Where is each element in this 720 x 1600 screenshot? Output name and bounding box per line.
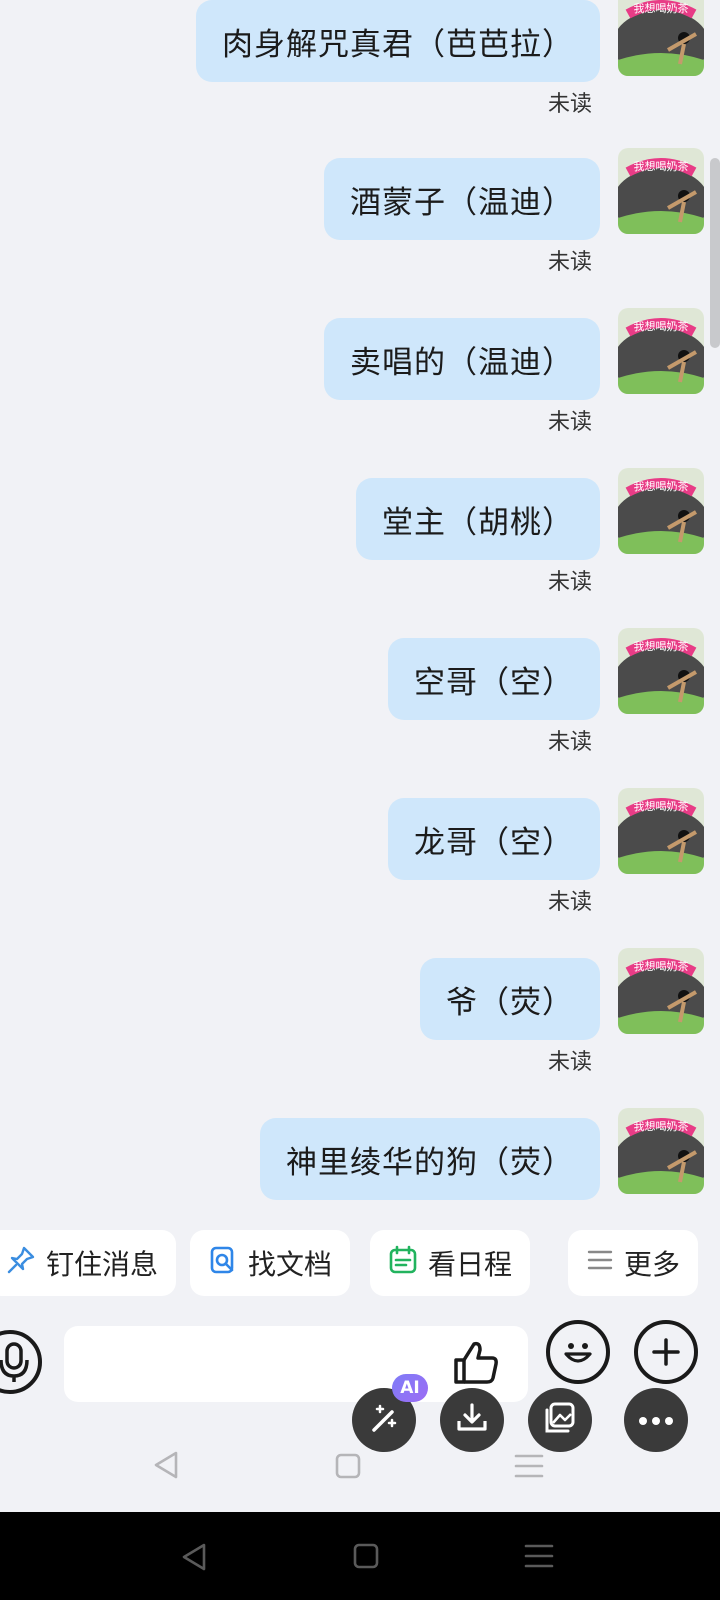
find-document-label: 找文档 <box>248 1248 333 1281</box>
emoji-icon <box>558 1332 598 1376</box>
avatar-caption: 我想喝奶茶 <box>634 1119 689 1133</box>
message-row: 酒蒙子（温迪） 未读 我想喝奶茶 <box>0 148 720 308</box>
back-icon[interactable] <box>152 1450 180 1484</box>
message-bubble[interactable]: 龙哥（空） <box>388 798 600 880</box>
ai-badge: AI <box>392 1374 428 1402</box>
avatar-caption: 我想喝奶茶 <box>634 639 689 653</box>
menu-icon <box>586 1246 614 1281</box>
unread-status: 未读 <box>547 410 592 435</box>
more-actions-label: 更多 <box>624 1248 681 1281</box>
view-schedule-button[interactable]: 看日程 <box>370 1230 531 1296</box>
unread-status: 未读 <box>547 730 592 755</box>
plus-icon <box>652 1338 680 1370</box>
add-attachment-button[interactable] <box>634 1320 698 1384</box>
calendar-icon <box>388 1245 418 1282</box>
unread-status: 未读 <box>547 1050 592 1075</box>
avatar[interactable]: 我想喝奶茶 <box>618 0 704 76</box>
message-bubble[interactable]: 堂主（胡桃） <box>356 478 600 560</box>
microphone-icon <box>0 1342 30 1388</box>
message-composer <box>0 1310 720 1410</box>
avatar[interactable]: 我想喝奶茶 <box>618 308 704 394</box>
message-bubble[interactable]: 神里绫华的狗（荧） <box>260 1118 600 1200</box>
avatar-caption: 我想喝奶茶 <box>634 1 689 15</box>
pin-message-button[interactable]: 钉住消息 <box>0 1230 177 1296</box>
scrollbar[interactable] <box>710 158 720 348</box>
voice-input-button[interactable] <box>0 1330 42 1394</box>
unread-status: 未读 <box>547 92 592 117</box>
emoji-button[interactable] <box>546 1320 610 1384</box>
avatar-caption: 我想喝奶茶 <box>634 799 689 813</box>
message-bubble[interactable]: 空哥（空） <box>388 638 600 720</box>
search-doc-icon <box>208 1245 238 1282</box>
avatar-caption: 我想喝奶茶 <box>634 159 689 173</box>
avatar[interactable]: 我想喝奶茶 <box>618 628 704 714</box>
avatar-caption: 我想喝奶茶 <box>634 479 689 493</box>
message-row: 爷（荧） 未读 我想喝奶茶 <box>0 948 720 1108</box>
system-navigation-bar <box>0 1512 720 1600</box>
home-icon[interactable] <box>334 1452 362 1484</box>
message-row: 龙哥（空） 未读 我想喝奶茶 <box>0 788 720 948</box>
find-document-button[interactable]: 找文档 <box>190 1230 351 1296</box>
home-icon[interactable] <box>352 1542 380 1574</box>
avatar[interactable]: 我想喝奶茶 <box>618 948 704 1034</box>
message-bubble[interactable]: 爷（荧） <box>420 958 600 1040</box>
message-row: 卖唱的（温迪） 未读 我想喝奶茶 <box>0 308 720 468</box>
pin-icon <box>6 1245 36 1282</box>
message-bubble[interactable]: 酒蒙子（温迪） <box>324 158 600 240</box>
avatar-caption: 我想喝奶茶 <box>634 959 689 973</box>
avatar[interactable]: 我想喝奶茶 <box>618 788 704 874</box>
message-row: 神里绫华的狗（荧） 我想喝奶茶 <box>0 1108 720 1225</box>
back-icon[interactable] <box>180 1542 208 1576</box>
chat-message-list[interactable]: 肉身解咒真君（芭芭拉） 未读 我想喝奶茶 酒蒙子（温迪） 未读 我想喝奶茶 卖唱… <box>0 0 720 1225</box>
recents-icon[interactable] <box>524 1542 554 1574</box>
message-row: 空哥（空） 未读 我想喝奶茶 <box>0 628 720 788</box>
view-schedule-label: 看日程 <box>428 1248 513 1281</box>
avatar-caption: 我想喝奶茶 <box>634 319 689 333</box>
message-row: 堂主（胡桃） 未读 我想喝奶茶 <box>0 468 720 628</box>
more-dots-icon <box>638 1411 674 1430</box>
more-actions-button[interactable]: 更多 <box>568 1230 699 1296</box>
unread-status: 未读 <box>547 250 592 275</box>
quick-actions-bar: 钉住消息 找文档 看日程 更多 <box>0 1228 720 1298</box>
message-bubble[interactable]: 卖唱的（温迪） <box>324 318 600 400</box>
avatar[interactable]: 我想喝奶茶 <box>618 1108 704 1194</box>
message-row: 肉身解咒真君（芭芭拉） 未读 我想喝奶茶 <box>0 0 720 150</box>
thumbs-up-button[interactable] <box>452 1340 500 1390</box>
message-bubble[interactable]: 肉身解咒真君（芭芭拉） <box>196 0 600 82</box>
recents-icon[interactable] <box>514 1452 544 1484</box>
avatar[interactable]: 我想喝奶茶 <box>618 148 704 234</box>
unread-status: 未读 <box>547 570 592 595</box>
unread-status: 未读 <box>547 890 592 915</box>
app-navigation-bar <box>0 1430 720 1500</box>
pin-message-label: 钉住消息 <box>46 1248 159 1281</box>
avatar[interactable]: 我想喝奶茶 <box>618 468 704 554</box>
